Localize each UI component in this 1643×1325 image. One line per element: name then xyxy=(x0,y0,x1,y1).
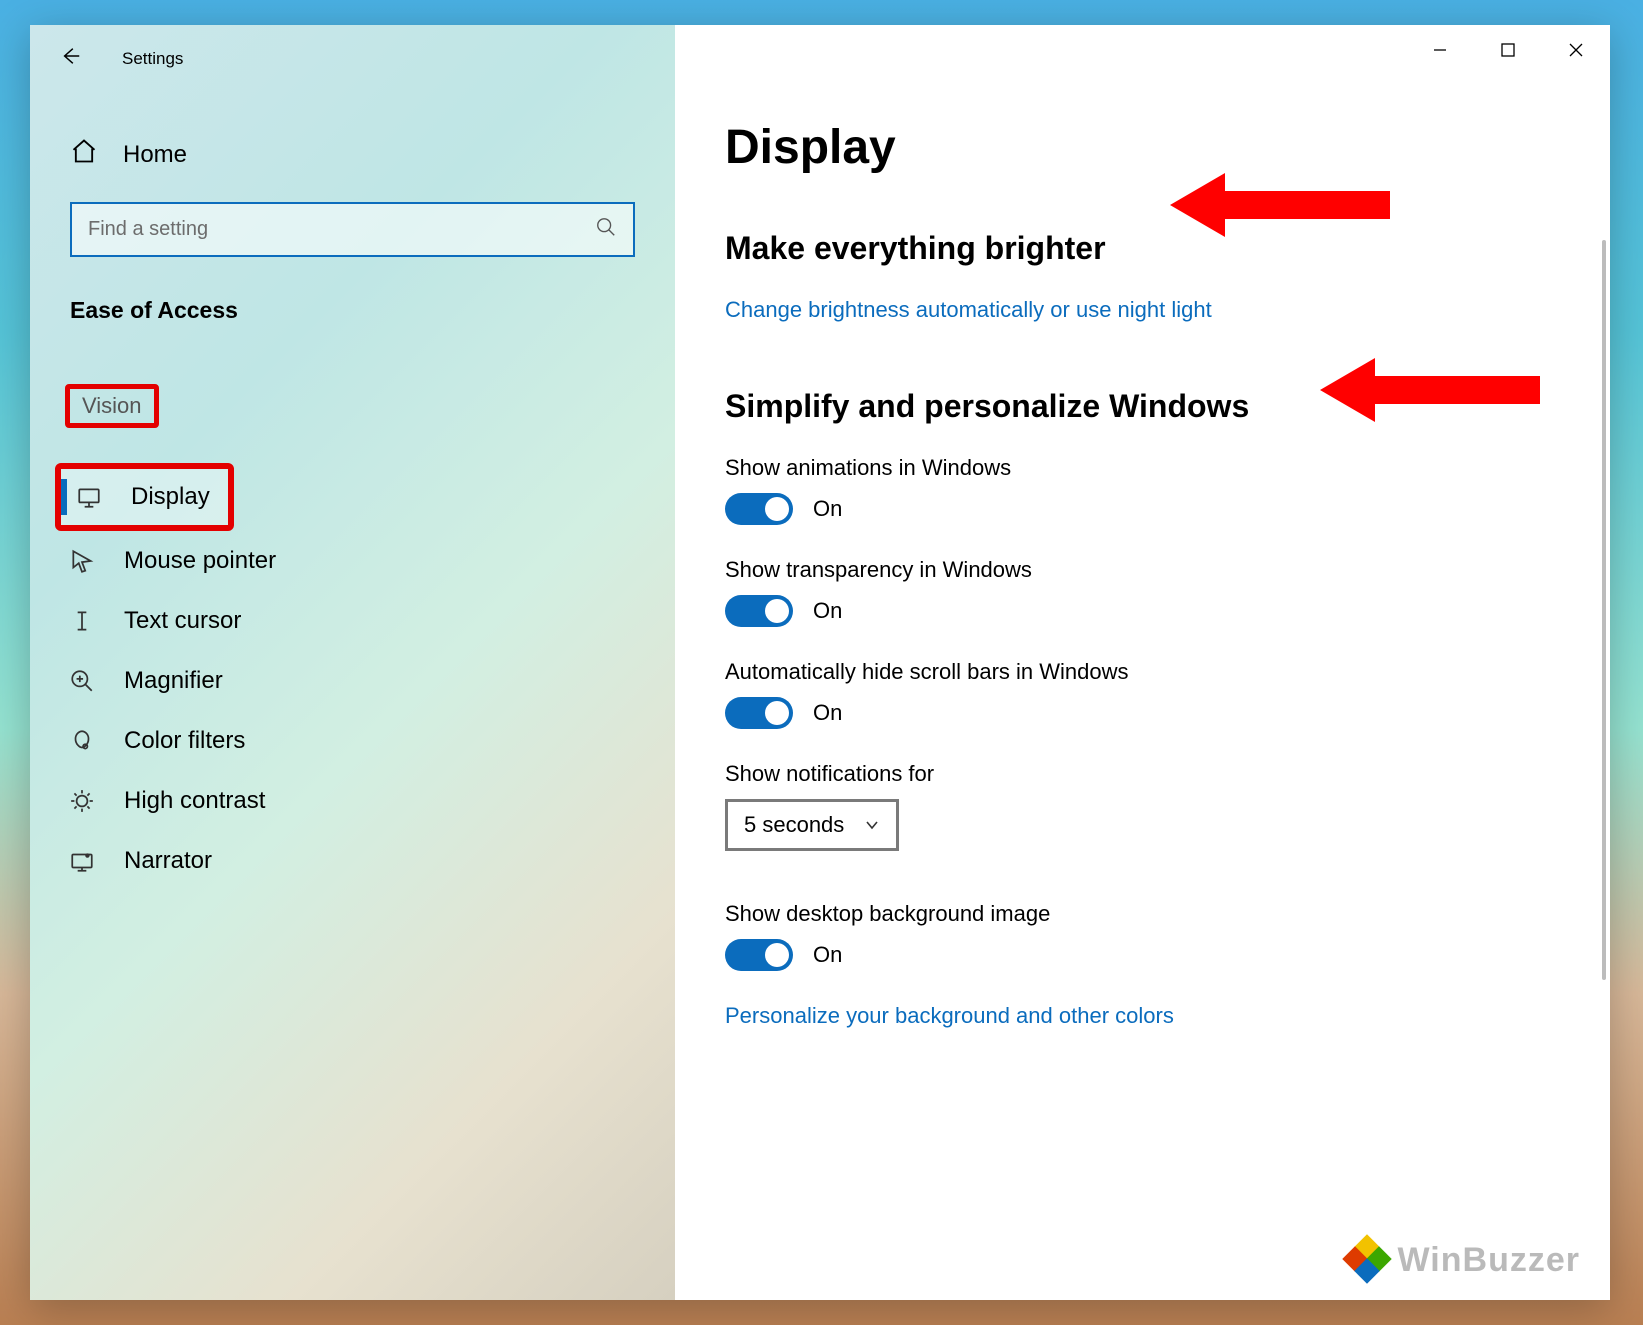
toggle-state: On xyxy=(813,942,842,968)
watermark-text: WinBuzzer xyxy=(1398,1241,1580,1280)
color-filters-icon xyxy=(68,727,96,755)
sidebar-item-label: Mouse pointer xyxy=(124,547,276,575)
sidebar-group-title: Ease of Access xyxy=(30,297,675,384)
sidebar-item-label: Magnifier xyxy=(124,667,223,695)
setting-notifications: Show notifications for 5 seconds xyxy=(725,761,1560,851)
search-icon xyxy=(585,216,617,243)
sidebar-item-high-contrast[interactable]: High contrast xyxy=(30,771,675,831)
sidebar-item-label: Text cursor xyxy=(124,607,241,635)
setting-label: Show animations in Windows xyxy=(725,455,1560,481)
setting-label: Show transparency in Windows xyxy=(725,557,1560,583)
titlebar-left: Settings xyxy=(30,25,675,82)
close-button[interactable] xyxy=(1542,25,1610,75)
setting-label: Automatically hide scroll bars in Window… xyxy=(725,659,1560,685)
toggle-transparency[interactable] xyxy=(725,595,793,627)
watermark-logo-icon xyxy=(1346,1238,1390,1282)
sidebar-item-label: High contrast xyxy=(124,787,265,815)
maximize-button[interactable] xyxy=(1474,25,1542,75)
combo-value: 5 seconds xyxy=(744,812,844,838)
watermark: WinBuzzer xyxy=(1346,1238,1580,1282)
sidebar-item-label: Display xyxy=(131,483,210,511)
setting-desktop-bg: Show desktop background image On xyxy=(725,901,1560,971)
section-brighter-heading: Make everything brighter xyxy=(725,230,1560,267)
link-personalize-colors[interactable]: Personalize your background and other co… xyxy=(725,1003,1560,1029)
setting-transparency: Show transparency in Windows On xyxy=(725,557,1560,627)
page-title: Display xyxy=(725,120,1560,175)
sidebar-item-label: Narrator xyxy=(124,847,212,875)
nav-list: Display Mouse pointer Text cursor Magnif… xyxy=(30,463,675,891)
setting-hide-scrollbars: Automatically hide scroll bars in Window… xyxy=(725,659,1560,729)
toggle-state: On xyxy=(813,598,842,624)
sidebar-category-vision: Vision xyxy=(65,384,159,428)
highlight-box-display: Display xyxy=(55,463,234,531)
high-contrast-icon xyxy=(68,787,96,815)
minimize-button[interactable] xyxy=(1406,25,1474,75)
toggle-state: On xyxy=(813,496,842,522)
toggle-state: On xyxy=(813,700,842,726)
magnifier-icon xyxy=(68,667,96,695)
link-brightness[interactable]: Change brightness automatically or use n… xyxy=(725,297,1560,323)
notifications-combo[interactable]: 5 seconds xyxy=(725,799,899,851)
sidebar-item-narrator[interactable]: Narrator xyxy=(30,831,675,891)
settings-window: Settings Home Ease of Access Vision Disp… xyxy=(30,25,1610,1300)
scrollbar-thumb[interactable] xyxy=(1602,240,1606,980)
setting-label: Show notifications for xyxy=(725,761,1560,787)
narrator-icon xyxy=(68,847,96,875)
toggle-desktop-bg[interactable] xyxy=(725,939,793,971)
setting-label: Show desktop background image xyxy=(725,901,1560,927)
text-cursor-icon xyxy=(68,607,96,635)
display-icon xyxy=(75,483,103,511)
toggle-animations[interactable] xyxy=(725,493,793,525)
home-icon xyxy=(70,137,98,172)
toggle-hide-scrollbars[interactable] xyxy=(725,697,793,729)
sidebar-item-color-filters[interactable]: Color filters xyxy=(30,711,675,771)
window-controls xyxy=(1406,25,1610,75)
mouse-pointer-icon xyxy=(68,547,96,575)
sidebar-item-label: Color filters xyxy=(124,727,245,755)
search-field[interactable] xyxy=(70,202,635,257)
content-pane: Display Make everything brighter Change … xyxy=(675,25,1610,1300)
sidebar-item-display[interactable]: Display xyxy=(61,469,228,525)
sidebar-item-text-cursor[interactable]: Text cursor xyxy=(30,591,675,651)
section-simplify-heading: Simplify and personalize Windows xyxy=(725,388,1560,425)
sidebar-item-mouse-pointer[interactable]: Mouse pointer xyxy=(30,531,675,591)
chevron-down-icon xyxy=(864,817,880,833)
back-arrow-icon[interactable] xyxy=(60,45,82,72)
search-input[interactable] xyxy=(88,218,585,241)
setting-animations: Show animations in Windows On xyxy=(725,455,1560,525)
home-label: Home xyxy=(123,141,187,169)
sidebar-item-magnifier[interactable]: Magnifier xyxy=(30,651,675,711)
window-title: Settings xyxy=(122,49,183,69)
sidebar-home[interactable]: Home xyxy=(30,82,675,202)
sidebar: Settings Home Ease of Access Vision Disp… xyxy=(30,25,675,1300)
